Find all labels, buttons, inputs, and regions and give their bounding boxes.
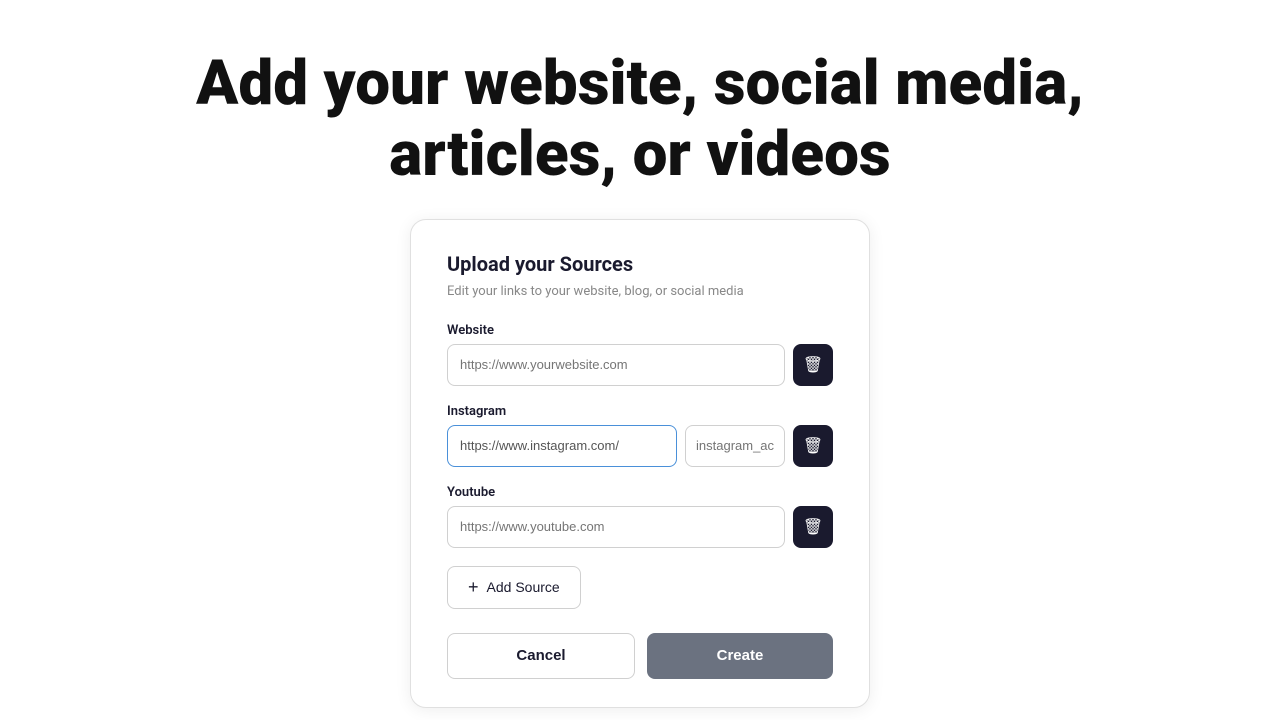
youtube-input[interactable]: [447, 506, 785, 548]
card-title: Upload your Sources: [447, 252, 833, 276]
instagram-delete-button[interactable]: 🗑: [793, 425, 833, 467]
trash-icon: 🗑: [803, 436, 823, 456]
youtube-row: 🗑: [447, 506, 833, 548]
trash-icon: 🗑: [803, 517, 823, 537]
instagram-account-input[interactable]: [685, 425, 785, 467]
instagram-row: 🗑: [447, 425, 833, 467]
instagram-url-input[interactable]: [447, 425, 677, 467]
youtube-field-group: Youtube 🗑: [447, 485, 833, 548]
upload-sources-card: Upload your Sources Edit your links to y…: [410, 219, 870, 708]
card-subtitle: Edit your links to your website, blog, o…: [447, 284, 833, 299]
website-label: Website: [447, 323, 833, 338]
website-input[interactable]: [447, 344, 785, 386]
website-row: 🗑: [447, 344, 833, 386]
trash-icon: 🗑: [803, 355, 823, 375]
create-button[interactable]: Create: [647, 633, 833, 679]
add-source-label: Add Source: [487, 579, 560, 595]
youtube-delete-button[interactable]: 🗑: [793, 506, 833, 548]
cancel-button[interactable]: Cancel: [447, 633, 635, 679]
website-delete-button[interactable]: 🗑: [793, 344, 833, 386]
page-title: Add your website, social media, articles…: [196, 48, 1084, 191]
instagram-field-group: Instagram 🗑: [447, 404, 833, 467]
website-field-group: Website 🗑: [447, 323, 833, 386]
add-source-button[interactable]: + Add Source: [447, 566, 581, 609]
youtube-label: Youtube: [447, 485, 833, 500]
action-row: Cancel Create: [447, 633, 833, 679]
plus-icon: +: [468, 577, 479, 598]
instagram-label: Instagram: [447, 404, 833, 419]
